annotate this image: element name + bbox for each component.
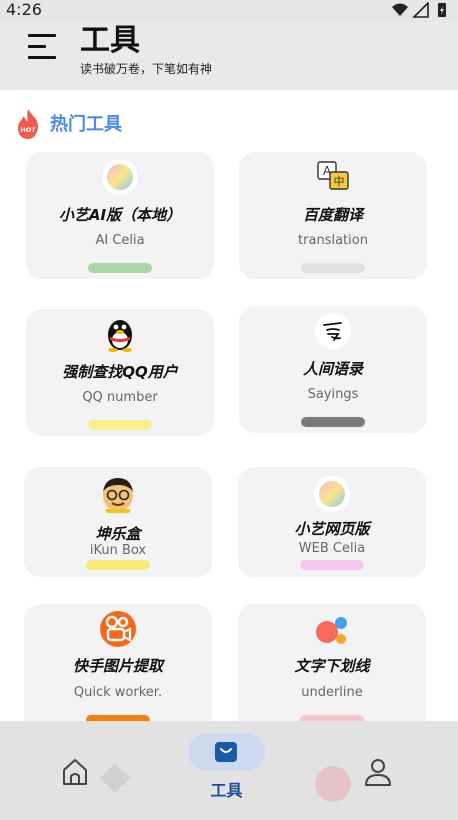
hot-fire-icon: HOT <box>18 109 39 139</box>
tool-name: 文字下划线 <box>294 657 370 675</box>
hot-badge-label: HOT <box>20 126 36 134</box>
nav-tools-tab[interactable] <box>188 733 265 771</box>
toolbox-icon <box>215 742 237 762</box>
nav-tools-label[interactable]: 工具 <box>188 781 265 801</box>
tool-card-celia-web[interactable]: 小艺网页版 WEB Celia <box>238 467 426 577</box>
qq-penguin-icon <box>108 320 132 352</box>
svg-text:中: 中 <box>334 175 345 188</box>
tool-name: 小艺AI版（本地） <box>58 206 182 224</box>
tool-subtitle: underline <box>301 685 363 700</box>
status-bar: 4:26 <box>0 0 458 22</box>
tool-card-kuaishou-extract[interactable]: 快手图片提取 Quick worker. <box>24 604 212 734</box>
tool-name: 强制查找QQ用户 <box>62 363 178 381</box>
status-icons <box>392 2 446 18</box>
menu-button[interactable] <box>28 34 60 62</box>
tool-card-celia-local[interactable]: 小艺AI版（本地） AI Celia <box>26 152 214 279</box>
tool-color-bar <box>300 560 364 570</box>
tool-card-ikun-box[interactable]: 坤乐盒 iKun Box <box>24 467 212 577</box>
tool-color-bar <box>88 263 152 273</box>
tool-color-bar <box>301 417 365 427</box>
section-header: HOT 热门工具 <box>15 108 315 142</box>
bottom-nav: 工具 <box>0 721 458 820</box>
faded-card-icon <box>100 763 130 793</box>
tool-card-underline[interactable]: 文字下划线 underline <box>238 604 426 734</box>
tool-card-baidu-translate[interactable]: A 中 百度翻译 translation <box>239 152 427 279</box>
tool-subtitle: AI Celia <box>95 233 145 248</box>
tool-card-sayings[interactable]: 人间语录 Sayings <box>239 306 427 433</box>
celia-icon <box>314 476 350 512</box>
app-header: 工具 读书破万卷，下笔如有神 <box>0 22 458 90</box>
faded-card-icon <box>315 766 351 802</box>
tool-color-bar <box>301 263 365 273</box>
section-title: 热门工具 <box>50 114 122 135</box>
status-time: 4:26 <box>6 0 42 19</box>
tool-subtitle: Sayings <box>307 387 359 402</box>
tool-subtitle: iKun Box <box>89 543 147 558</box>
kuaishou-icon <box>100 611 136 647</box>
tool-name: 坤乐盒 <box>95 525 141 543</box>
tool-subtitle: Quick worker. <box>73 685 163 700</box>
tool-color-bar <box>88 420 152 430</box>
celia-icon <box>102 159 138 195</box>
tool-name: 人间语录 <box>302 360 363 378</box>
underline-icon <box>316 617 347 644</box>
wifi-icon <box>392 3 408 16</box>
calligraphy-icon <box>315 313 351 349</box>
page-title: 工具 <box>80 23 140 58</box>
tool-name: 百度翻译 <box>302 206 363 224</box>
tool-name: 小艺网页版 <box>294 520 370 538</box>
tool-subtitle: translation <box>298 233 368 248</box>
tool-card-qq-lookup[interactable]: 强制查找QQ用户 QQ number <box>26 309 214 436</box>
tool-subtitle: QQ number <box>82 390 158 405</box>
tool-subtitle: WEB Celia <box>298 541 366 556</box>
tool-name: 快手图片提取 <box>72 657 163 675</box>
translate-icon: A 中 <box>317 161 349 190</box>
home-icon[interactable] <box>60 757 90 787</box>
profile-icon[interactable] <box>363 757 393 787</box>
page-subtitle: 读书破万卷，下笔如有神 <box>80 62 213 76</box>
tool-color-bar <box>86 560 150 570</box>
signal-icon <box>412 2 429 18</box>
ikun-avatar-icon <box>103 478 133 513</box>
